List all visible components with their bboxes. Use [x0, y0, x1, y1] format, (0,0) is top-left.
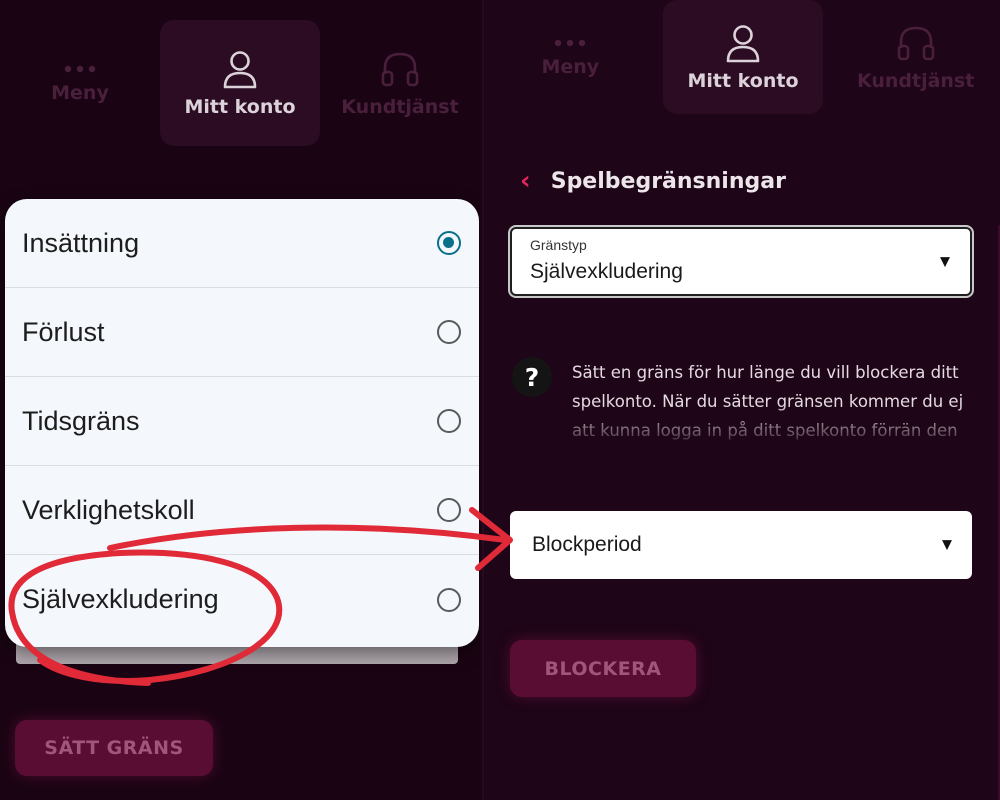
headset-icon — [381, 52, 419, 87]
nav-label: Kundtjänst — [341, 96, 459, 118]
option-label: Förlust — [22, 316, 105, 347]
nav-label: Mitt konto — [687, 70, 799, 92]
dots-icon — [555, 39, 586, 47]
nav-item-meny[interactable]: Meny — [0, 20, 160, 146]
nav-label: Mitt konto — [184, 96, 296, 118]
select-value: Självexkludering — [530, 260, 683, 283]
nav-item-mitt-konto[interactable]: Mitt konto — [160, 20, 320, 146]
select-label: Gränstyp — [530, 237, 587, 253]
limit-type-popup: Insättning Förlust Tidsgräns Verklighets… — [5, 199, 479, 647]
radio-icon[interactable] — [437, 320, 461, 344]
bottom-nav: Meny Mitt konto Kundtjänst — [0, 20, 480, 146]
nav-item-meny[interactable]: Meny — [490, 0, 650, 114]
block-period-select[interactable]: Blockperiod ▼ — [510, 511, 972, 579]
nav-label: Meny — [541, 56, 600, 78]
headset-icon — [897, 26, 934, 61]
page-title: Spelbegränsningar — [550, 168, 786, 194]
block-button[interactable]: BLOCKERA — [510, 640, 696, 697]
user-icon — [223, 51, 257, 89]
limit-type-select[interactable]: Gränstyp Självexkludering ▼ — [510, 227, 972, 296]
caret-down-icon: ▼ — [942, 537, 952, 553]
option-label: Självexkludering — [22, 584, 219, 614]
option-label: Verklighetskoll — [22, 494, 195, 525]
option-tidsgrans[interactable]: Tidsgräns — [5, 377, 479, 466]
bottom-nav: Meny Mitt konto Kundtjänst — [484, 0, 1000, 114]
option-verklighetskoll[interactable]: Verklighetskoll — [5, 466, 479, 555]
option-label: Tidsgräns — [22, 405, 140, 436]
question-icon[interactable]: ? — [512, 357, 552, 397]
caret-down-icon: ▼ — [940, 254, 950, 269]
back-chevron-icon[interactable]: ‹ — [520, 166, 531, 196]
option-forlust[interactable]: Förlust — [5, 288, 479, 377]
set-limit-button[interactable]: SÄTT GRÄNS — [15, 720, 213, 776]
nav-item-kundtjanst[interactable]: Kundtjänst — [320, 20, 480, 146]
nav-item-mitt-konto[interactable]: Mitt konto — [662, 0, 823, 114]
dots-icon — [64, 65, 96, 73]
option-label: Insättning — [22, 227, 140, 258]
radio-selected-icon[interactable] — [437, 231, 461, 255]
page-header: ‹ Spelbegränsningar — [520, 166, 786, 196]
left-screen: Meny Mitt konto Kundtjänst Insättning Fö… — [0, 0, 480, 800]
radio-icon[interactable] — [437, 498, 461, 522]
nav-label: Meny — [51, 82, 109, 104]
nav-item-kundtjanst[interactable]: Kundtjänst — [836, 0, 996, 114]
radio-icon[interactable] — [437, 409, 461, 433]
option-sjalvexkludering[interactable]: Självexkludering — [5, 555, 479, 644]
nav-label: Kundtjänst — [856, 70, 975, 92]
select-value: Blockperiod — [532, 533, 642, 556]
help-text: Sätt en gräns för hur länge du vill bloc… — [572, 363, 964, 440]
radio-icon[interactable] — [437, 587, 461, 612]
option-insattning[interactable]: Insättning — [5, 199, 479, 288]
right-screen: Meny Mitt konto Kundtjänst ‹ Spelbegräns… — [482, 0, 1000, 800]
user-icon — [726, 25, 760, 63]
